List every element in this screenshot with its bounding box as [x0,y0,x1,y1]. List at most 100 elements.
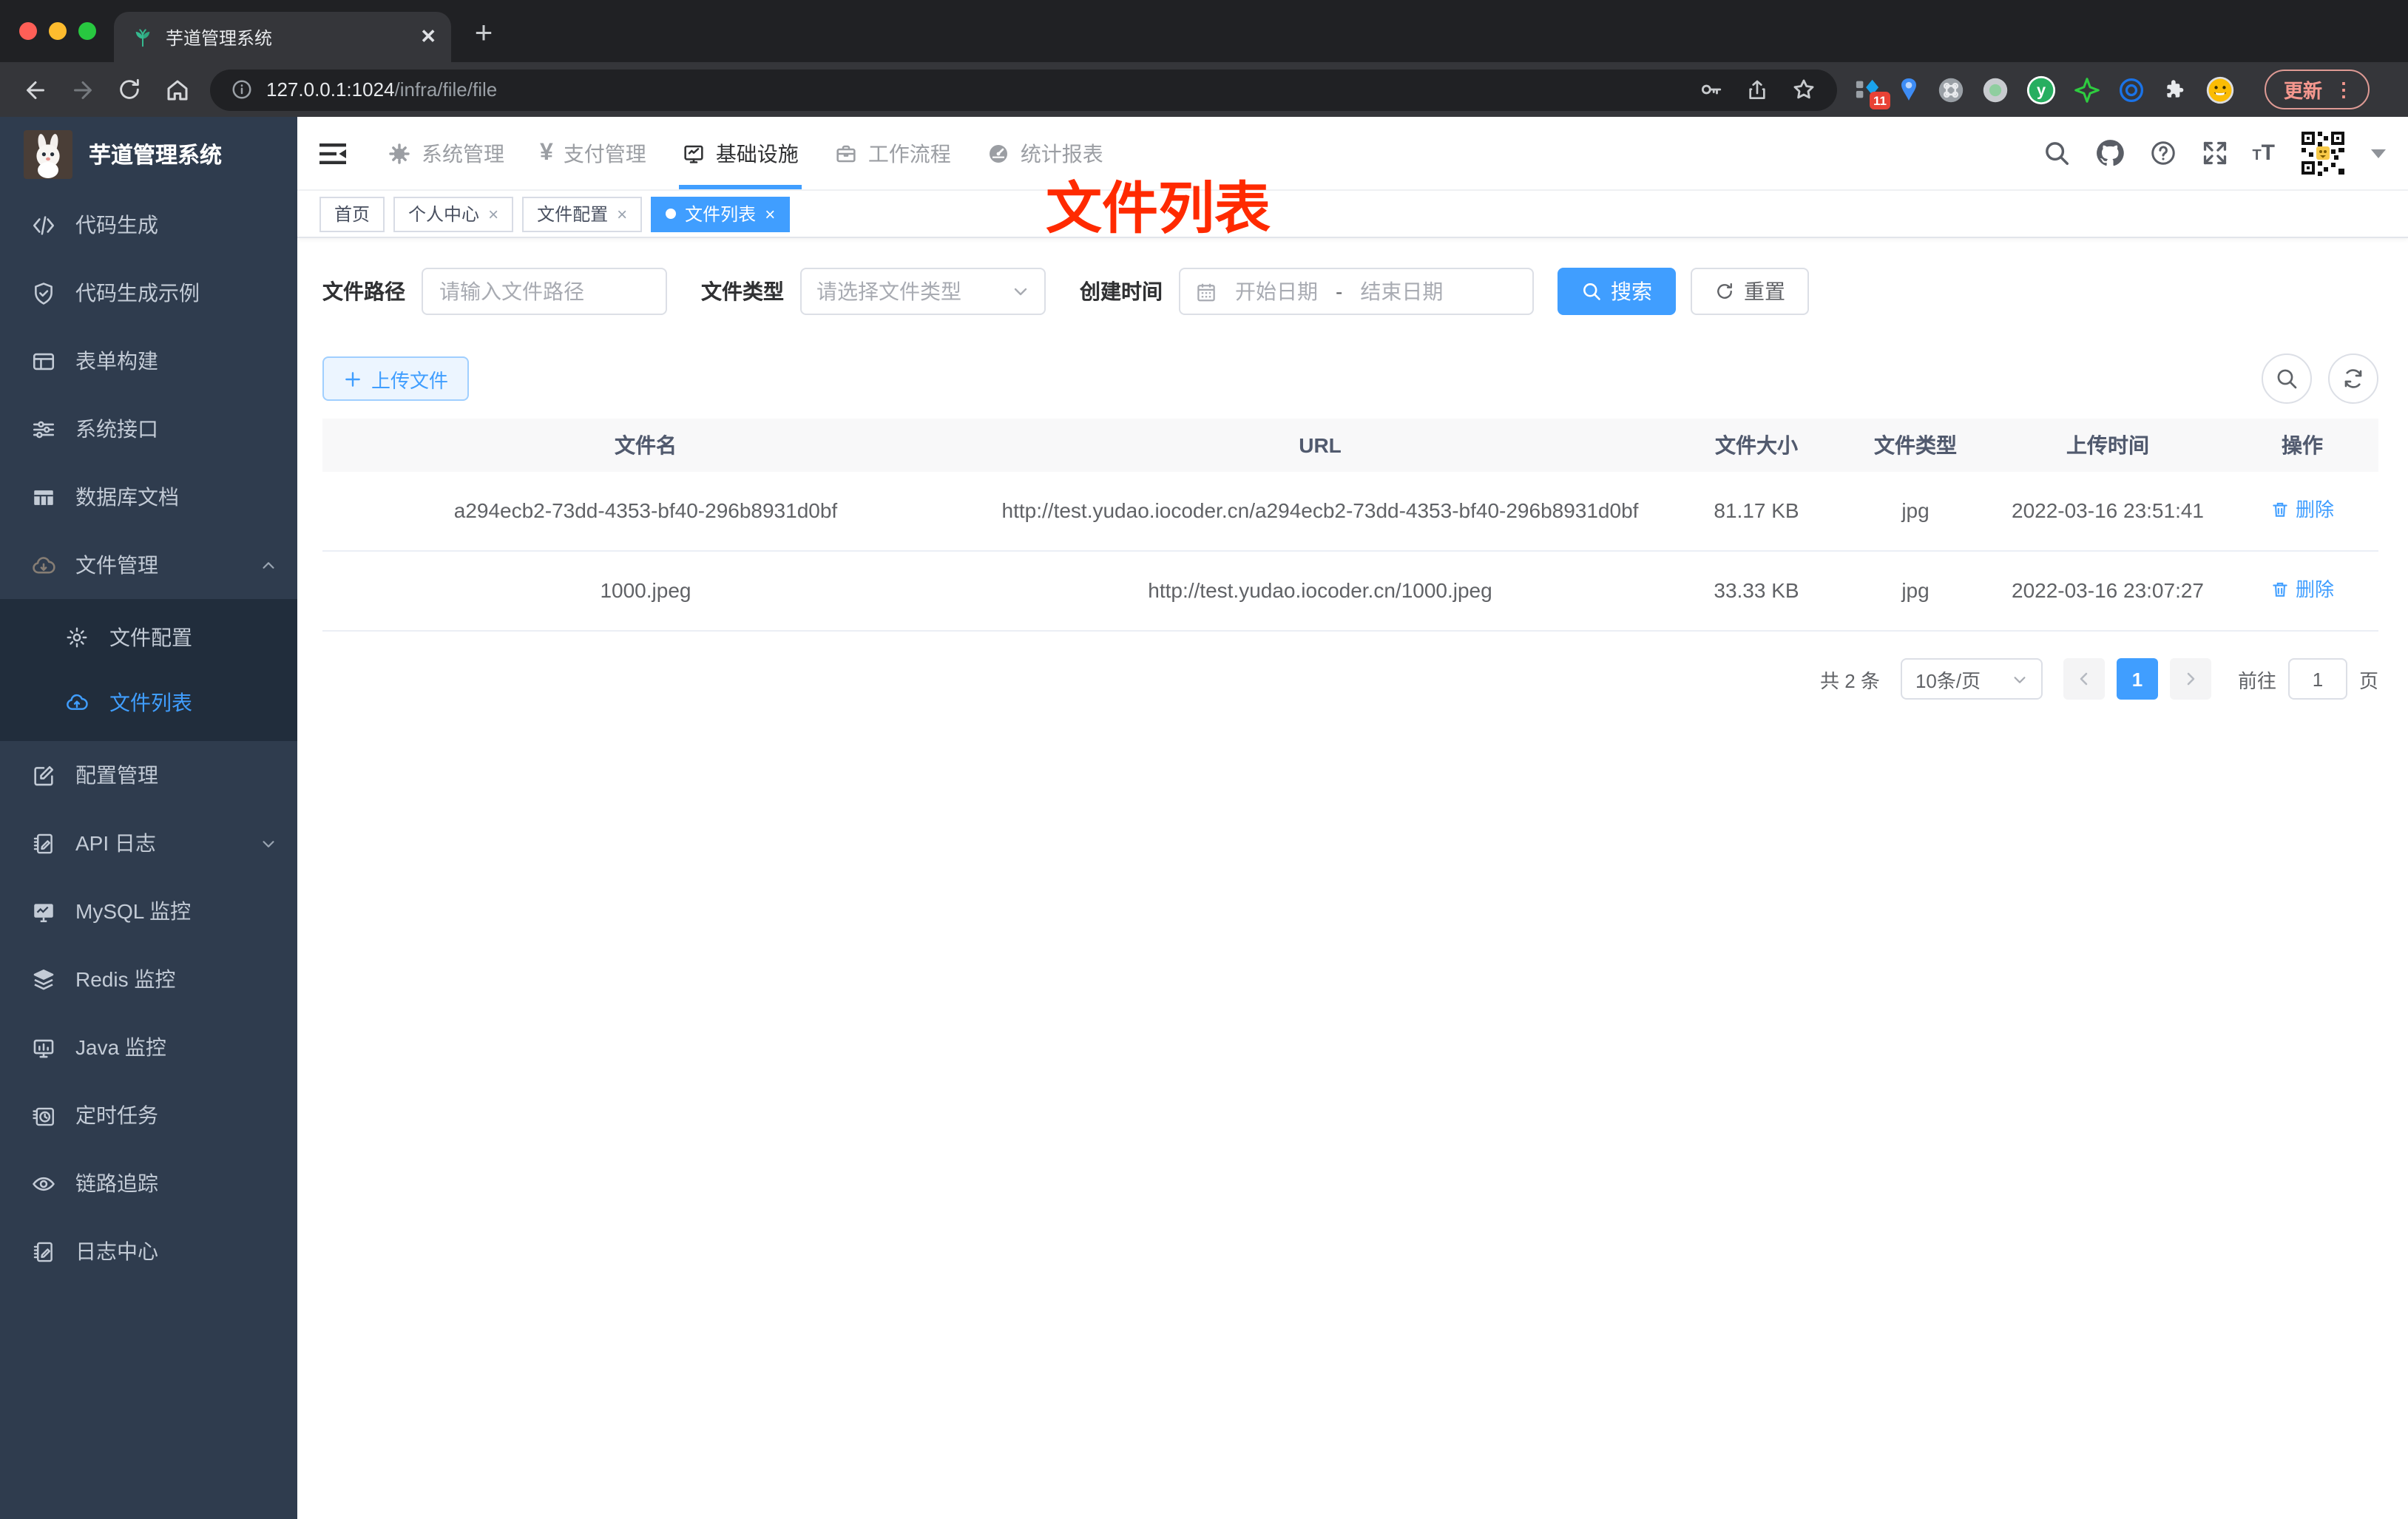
avatar-qr-code[interactable] [2299,129,2347,177]
close-icon[interactable]: × [488,203,498,224]
extension-rings-icon[interactable] [2118,76,2145,103]
cell-filetype: jpg [1841,551,1989,632]
goto-page-input[interactable] [2287,658,2347,700]
profile-avatar-emoji[interactable] [2205,75,2235,104]
tab-close-icon[interactable]: ✕ [420,25,436,49]
topnav-item-system[interactable]: 系统管理 [370,117,522,189]
cell-filename: 1000.jpeg [322,551,969,632]
new-tab-button[interactable]: + [463,13,504,55]
browser-window: 芋道管理系统 ✕ + 127.0.0.1:1024 /infra/file/fi… [0,0,2408,1519]
topnav-item-infrastructure[interactable]: 基础设施 [664,117,816,189]
extension-badge: 11 [1870,92,1890,109]
minimize-window-button[interactable] [49,22,67,40]
table-row: a294ecb2-73dd-4353-bf40-296b8931d0bf htt… [322,472,2378,552]
upload-file-button[interactable]: 上传文件 [322,356,470,401]
extension-y-icon[interactable]: y [2026,75,2056,104]
share-icon[interactable] [1745,78,1769,101]
extension-bookmark-icon[interactable]: 11 [1855,77,1890,109]
sidebar-item-file-list[interactable]: 文件列表 [0,670,297,735]
sidebar-item-system-api[interactable]: 系统接口 [0,395,297,463]
sidebar-collapse-icon[interactable] [319,141,346,165]
github-icon[interactable] [2094,138,2125,169]
address-bar[interactable]: 127.0.0.1:1024 /infra/file/file [210,69,1837,110]
calendar-icon [1197,283,1215,301]
close-icon[interactable]: × [617,203,627,224]
sidebar-item-scheduled-tasks[interactable]: 定时任务 [0,1081,297,1149]
topnav-item-workflow[interactable]: 工作流程 [816,117,969,189]
extension-star-icon[interactable] [2074,76,2100,103]
table-header-row: 文件名 URL 文件大小 文件类型 上传时间 操作 [322,419,2378,472]
browser-tab[interactable]: 芋道管理系统 ✕ [114,12,451,62]
page-number-1[interactable]: 1 [2116,658,2158,700]
search-button[interactable]: 搜索 [1558,268,1676,315]
prev-page-button[interactable] [2063,658,2105,700]
close-icon[interactable]: × [765,203,775,224]
reset-button[interactable]: 重置 [1691,268,1809,315]
cell-url: http://test.yudao.iocoder.cn/1000.jpeg [969,551,1671,632]
sidebar-item-config-management[interactable]: 配置管理 [0,741,297,809]
cell-filetype: jpg [1841,472,1989,552]
topnav-item-payment[interactable]: ¥ 支付管理 [522,117,664,189]
fullscreen-icon[interactable] [2200,139,2228,167]
sidebar-item-mysql-monitor[interactable]: MySQL 监控 [0,877,297,945]
yen-icon: ¥ [540,140,553,165]
sidebar-item-form-builder[interactable]: 表单构建 [0,327,297,395]
font-size-icon[interactable]: TT [2252,142,2275,164]
sidebar-item-tracing[interactable]: 链路追踪 [0,1149,297,1217]
cell-url: http://test.yudao.iocoder.cn/a294ecb2-73… [969,472,1671,552]
site-info-icon[interactable] [231,78,253,101]
extension-recorder-icon[interactable] [1982,76,2009,103]
delete-button[interactable]: 删除 [2270,572,2334,606]
cloud-download-icon [31,552,56,578]
toggle-search-button[interactable] [2262,353,2312,404]
tag-profile[interactable]: 个人中心 × [393,196,514,231]
date-range-picker[interactable]: 开始日期 - 结束日期 [1179,268,1534,315]
help-icon[interactable] [2148,139,2177,167]
browser-menu-icon[interactable]: ⋮ [2334,78,2353,101]
sidebar-item-log-center[interactable]: 日志中心 [0,1217,297,1285]
file-type-select[interactable]: 请选择文件类型 [800,268,1046,315]
password-key-icon[interactable] [1698,77,1723,102]
chevron-down-icon [260,835,277,851]
extension-pin-icon[interactable] [1898,77,1920,102]
sidebar-item-code-gen-demo[interactable]: 代码生成示例 [0,259,297,327]
sidebar-item-file-config[interactable]: 文件配置 [0,605,297,670]
extensions-puzzle-icon[interactable] [2162,77,2188,102]
home-icon[interactable] [157,70,197,109]
zoom-window-button[interactable] [78,22,96,40]
extension-command-icon[interactable] [1938,76,1964,103]
create-time-label: 创建时间 [1080,280,1163,303]
timer-icon [31,1103,56,1128]
refresh-table-button[interactable] [2328,353,2378,404]
app-title: 芋道管理系统 [89,143,223,168]
tag-home[interactable]: 首页 [319,196,385,231]
code-icon [31,212,56,237]
sidebar-item-java-monitor[interactable]: Java 监控 [0,1013,297,1081]
forward-icon[interactable] [62,70,102,109]
search-icon[interactable] [2042,139,2070,167]
refresh-icon [2344,369,2362,388]
back-icon[interactable] [15,70,55,109]
file-path-input[interactable] [422,268,667,315]
trash-icon [2273,582,2287,597]
sidebar-item-db-doc[interactable]: 数据库文档 [0,463,297,531]
page-size-select[interactable]: 10条/页 [1900,658,2043,700]
avatar-caret-down-icon[interactable] [2371,149,2386,158]
tag-file-config[interactable]: 文件配置 × [522,196,643,231]
sidebar-item-code-gen[interactable]: 代码生成 [0,191,297,259]
delete-button[interactable]: 删除 [2270,493,2334,527]
col-actions: 操作 [2226,419,2378,472]
reload-icon[interactable] [109,70,149,109]
tag-file-list[interactable]: 文件列表 × [651,196,791,231]
close-window-button[interactable] [19,22,37,40]
tags-bar: 首页 个人中心 × 文件配置 × 文件列表 × [297,191,2408,238]
chrome-update-button[interactable]: 更新 ⋮ [2265,70,2370,109]
cloud-upload-icon [65,691,90,714]
sidebar-item-redis-monitor[interactable]: Redis 监控 [0,945,297,1013]
gear-icon [388,141,411,165]
sidebar-item-file-management[interactable]: 文件管理 [0,531,297,599]
sidebar-item-api-log[interactable]: API 日志 [0,809,297,877]
next-page-button[interactable] [2169,658,2211,700]
bookmark-star-icon[interactable] [1791,77,1816,102]
briefcase-icon [834,141,858,165]
